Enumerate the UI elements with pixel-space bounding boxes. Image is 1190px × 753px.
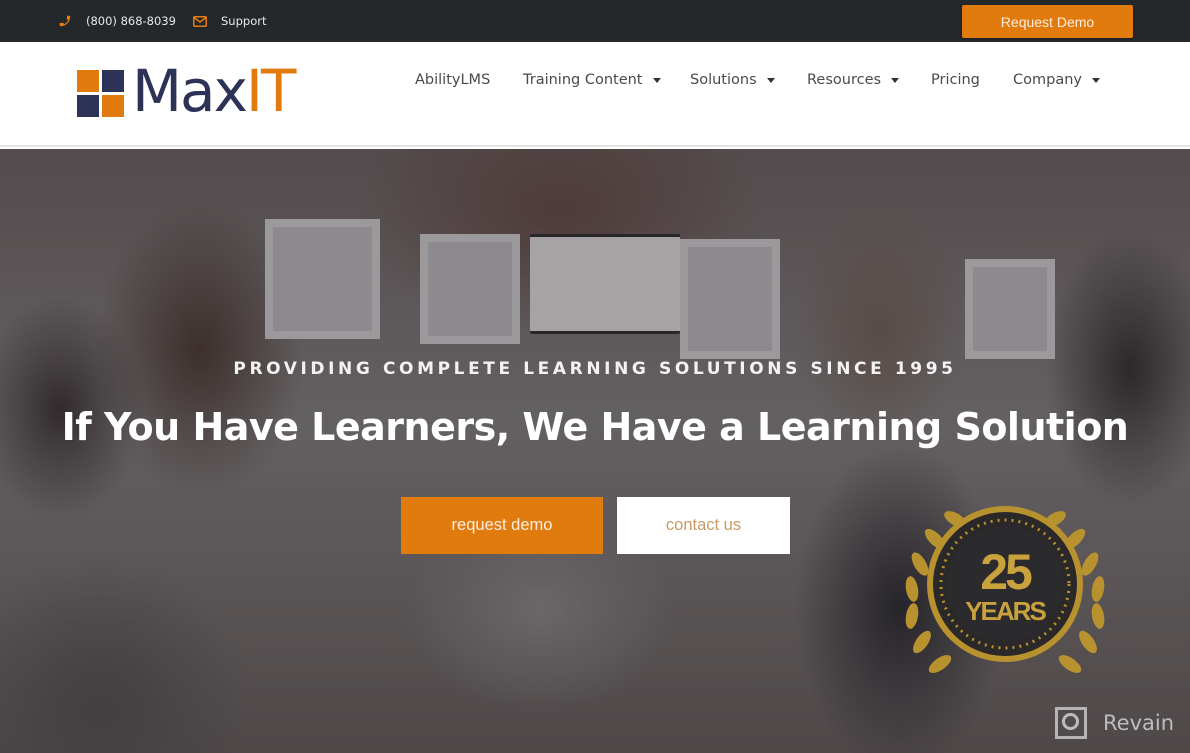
nav-label: Resources <box>807 72 882 88</box>
caret-down-icon <box>1091 77 1100 83</box>
nav-label: Company <box>1013 72 1082 88</box>
logo-icon[interactable] <box>77 70 124 117</box>
support-link[interactable]: Support <box>193 0 266 42</box>
logo-text-max: Max <box>132 57 248 125</box>
watermark-text: Revain <box>1103 711 1175 735</box>
phone-number: (800) 868-8039 <box>86 14 176 28</box>
caret-down-icon <box>652 77 661 83</box>
hero-section: PROVIDING COMPLETE LEARNING SOLUTIONS SI… <box>0 149 1190 753</box>
25-years-badge: 25 YEARS <box>890 484 1120 699</box>
phone-icon <box>58 14 72 28</box>
nav-label: Solutions <box>690 72 757 88</box>
nav-item-solutions[interactable]: Solutions <box>690 72 775 88</box>
nav-item-pricing[interactable]: Pricing <box>931 72 980 88</box>
nav-label: Training Content <box>523 72 643 88</box>
support-label: Support <box>221 14 267 28</box>
caret-down-icon <box>766 77 775 83</box>
nav-label: AbilityLMS <box>415 72 491 88</box>
hero-tagline: PROVIDING COMPLETE LEARNING SOLUTIONS SI… <box>233 359 957 379</box>
logo-text-it: IT <box>245 57 297 125</box>
revain-logo-icon <box>1055 707 1087 739</box>
revain-watermark: Revain <box>1055 707 1174 739</box>
nav-item-resources[interactable]: Resources <box>807 72 900 88</box>
nav-item-training-content[interactable]: Training Content <box>523 72 661 88</box>
request-demo-button[interactable]: request demo <box>401 497 603 554</box>
caret-down-icon <box>891 77 900 83</box>
envelope-icon <box>193 15 207 27</box>
phone-link[interactable]: (800) 868-8039 <box>58 0 176 42</box>
contact-us-button[interactable]: contact us <box>617 497 790 554</box>
badge-number: 25 <box>980 544 1033 600</box>
top-bar: (800) 868-8039 Support Request Demo <box>0 0 1190 42</box>
nav-item-company[interactable]: Company <box>1013 72 1100 88</box>
badge-label: YEARS <box>965 596 1047 626</box>
nav-label: Pricing <box>931 72 980 88</box>
hero-headline: If You Have Learners, We Have a Learning… <box>61 405 1129 449</box>
logo[interactable]: MaxIT <box>132 56 297 126</box>
nav-item-abilitylms[interactable]: AbilityLMS <box>415 72 490 88</box>
request-demo-top-button[interactable]: Request Demo <box>962 5 1133 38</box>
